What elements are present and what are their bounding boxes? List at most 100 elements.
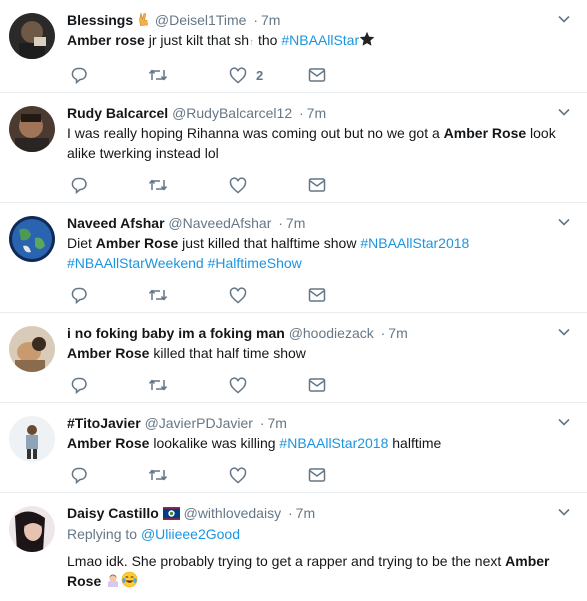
hashtag-link[interactable]: #HalftimeShow bbox=[208, 255, 302, 271]
retweet-icon[interactable] bbox=[148, 465, 168, 485]
tweet-actions: 2 bbox=[67, 65, 347, 85]
heart-icon[interactable] bbox=[229, 375, 247, 395]
envelope-icon[interactable] bbox=[308, 65, 326, 85]
tweet[interactable]: Rudy Balcarcel @RudyBalcarcel12 · 7m I wa… bbox=[0, 93, 587, 203]
tweet-actions bbox=[67, 175, 347, 195]
retweet-icon[interactable] bbox=[148, 175, 168, 195]
highlight-text: Amber Rose bbox=[67, 435, 150, 451]
woman-tipping-hand-emoji bbox=[105, 572, 121, 593]
timestamp[interactable]: 7m bbox=[267, 415, 286, 431]
separator-dot: · bbox=[278, 215, 283, 231]
hashtag-link[interactable]: #NBAAllStarWeekend bbox=[67, 255, 204, 271]
timestamp[interactable]: 7m bbox=[307, 105, 326, 121]
retweet-icon[interactable] bbox=[148, 65, 168, 85]
user-handle[interactable]: @JavierPDJavier bbox=[145, 415, 253, 431]
highlight-text: Amber bbox=[505, 553, 550, 569]
tweet-content: i no foking baby im a foking man @hoodie… bbox=[67, 323, 557, 363]
tweet[interactable]: Daisy Castillo @withlovedaisy · 7m Replyi… bbox=[0, 493, 587, 601]
display-name[interactable]: Naveed Afshar bbox=[67, 215, 165, 231]
highlight-text: Amber Rose bbox=[443, 125, 527, 141]
tweet-text: Amber Rose killed that half time show bbox=[67, 343, 557, 363]
tweet-header: #TitoJavier @JavierPDJavier · 7m bbox=[67, 413, 557, 433]
tweet-text: Diet Amber Rose just killed that halftim… bbox=[67, 233, 557, 273]
display-name[interactable]: Daisy Castillo bbox=[67, 505, 159, 521]
timestamp[interactable]: 7m bbox=[388, 325, 407, 341]
hashtag-link[interactable]: #NBAAllStar2018 bbox=[360, 235, 469, 251]
tweet-text: I was really hoping Rihanna was coming o… bbox=[67, 123, 557, 163]
separator-dot: · bbox=[380, 325, 386, 341]
tweet[interactable]: #TitoJavier @JavierPDJavier · 7m Amber Ro… bbox=[0, 403, 587, 493]
tweet-content: Naveed Afshar @NaveedAfshar · 7m Diet Amb… bbox=[67, 213, 557, 273]
envelope-icon[interactable] bbox=[308, 375, 326, 395]
envelope-icon[interactable] bbox=[308, 285, 326, 305]
display-name[interactable]: #TitoJavier bbox=[67, 415, 141, 431]
retweet-icon[interactable] bbox=[148, 285, 168, 305]
tweet-text-segment: jr just kilt that sh bbox=[144, 32, 250, 48]
tweet-text-segment: lookalike was killing bbox=[149, 435, 280, 451]
avatar[interactable] bbox=[9, 13, 55, 59]
user-handle[interactable]: @Deisel1Time bbox=[155, 12, 247, 28]
user-handle[interactable]: @NaveedAfshar bbox=[168, 215, 271, 231]
avatar[interactable] bbox=[9, 326, 55, 372]
tweet[interactable]: Blessings @Deisel1Time · 7m Amber rose jr… bbox=[0, 0, 587, 93]
reply-icon[interactable] bbox=[70, 285, 88, 305]
tweet-text-segment: just killed that halftime show bbox=[178, 235, 361, 251]
reply-icon[interactable] bbox=[70, 465, 88, 485]
like-button[interactable]: 2 bbox=[229, 65, 263, 85]
tweet-text-segment: Lmao idk. She probably trying to get a r… bbox=[67, 553, 506, 569]
hashtag-link[interactable]: #NBAAllStar bbox=[281, 32, 359, 48]
timestamp[interactable]: 7m bbox=[261, 12, 280, 28]
mention-link[interactable]: @Uliieee2Good bbox=[141, 526, 240, 542]
avatar[interactable] bbox=[9, 216, 55, 262]
heart-icon[interactable] bbox=[229, 175, 247, 195]
chevron-down-icon[interactable] bbox=[557, 105, 571, 119]
timestamp[interactable]: 7m bbox=[296, 505, 315, 521]
avatar[interactable] bbox=[9, 106, 55, 152]
chevron-down-icon[interactable] bbox=[557, 215, 571, 229]
heart-icon[interactable] bbox=[229, 465, 247, 485]
replying-to-label: Replying to bbox=[67, 526, 141, 542]
separator-dot: · bbox=[287, 505, 293, 521]
timestamp[interactable]: 7m bbox=[286, 215, 305, 231]
tweet-content: #TitoJavier @JavierPDJavier · 7m Amber Ro… bbox=[67, 413, 557, 453]
chevron-down-icon[interactable] bbox=[557, 12, 571, 26]
chevron-down-icon[interactable] bbox=[557, 415, 571, 429]
tweet-text-segment: I was really hoping Rihanna was coming o… bbox=[67, 125, 444, 141]
user-handle[interactable]: @hoodiezack bbox=[289, 325, 374, 341]
display-name[interactable]: i no foking baby im a foking man bbox=[67, 325, 285, 341]
heart-icon[interactable] bbox=[229, 285, 247, 305]
tweet[interactable]: Naveed Afshar @NaveedAfshar · 7m Diet Amb… bbox=[0, 203, 587, 313]
star-icon bbox=[359, 31, 375, 52]
highlight-text: Amber Rose bbox=[95, 235, 179, 251]
user-handle[interactable]: @withlovedaisy bbox=[184, 505, 281, 521]
tweet-text: Lmao idk. She probably trying to get a r… bbox=[67, 551, 557, 593]
chevron-down-icon[interactable] bbox=[557, 325, 571, 339]
tweet-header: Naveed Afshar @NaveedAfshar · 7m bbox=[67, 213, 557, 233]
tweet-header: Rudy Balcarcel @RudyBalcarcel12 · 7m bbox=[67, 103, 557, 123]
user-handle[interactable]: @RudyBalcarcel12 bbox=[172, 105, 292, 121]
tweet-content: Blessings @Deisel1Time · 7m Amber rose jr… bbox=[67, 10, 557, 53]
envelope-icon[interactable] bbox=[308, 465, 326, 485]
avatar[interactable] bbox=[9, 416, 55, 462]
highlight-text: Amber Rose bbox=[67, 345, 150, 361]
display-name[interactable]: Blessings bbox=[67, 12, 133, 28]
reply-icon[interactable] bbox=[70, 175, 88, 195]
reply-icon[interactable] bbox=[70, 375, 88, 395]
highlight-text: Rose bbox=[67, 573, 102, 589]
tweet-content: Rudy Balcarcel @RudyBalcarcel12 · 7m I wa… bbox=[67, 103, 557, 163]
tweet[interactable]: i no foking baby im a foking man @hoodie… bbox=[0, 313, 587, 403]
envelope-icon[interactable] bbox=[308, 175, 326, 195]
chevron-down-icon[interactable] bbox=[557, 505, 571, 519]
tweet-actions bbox=[67, 285, 347, 305]
tweet-text: Amber Rose lookalike was killing #NBAAll… bbox=[67, 433, 557, 453]
separator-dot: · bbox=[253, 12, 258, 28]
avatar[interactable] bbox=[9, 506, 55, 552]
highlight-text: Amber rose bbox=[67, 32, 145, 48]
display-name[interactable]: Rudy Balcarcel bbox=[67, 105, 168, 121]
belize-flag-emoji bbox=[162, 505, 180, 525]
reply-icon[interactable] bbox=[70, 65, 88, 85]
hashtag-link[interactable]: #NBAAllStar2018 bbox=[279, 435, 388, 451]
retweet-icon[interactable] bbox=[148, 375, 168, 395]
tweet-header: Daisy Castillo @withlovedaisy · 7m bbox=[67, 503, 557, 523]
tweet-text-segment: alike twerking instead lol bbox=[67, 145, 219, 161]
